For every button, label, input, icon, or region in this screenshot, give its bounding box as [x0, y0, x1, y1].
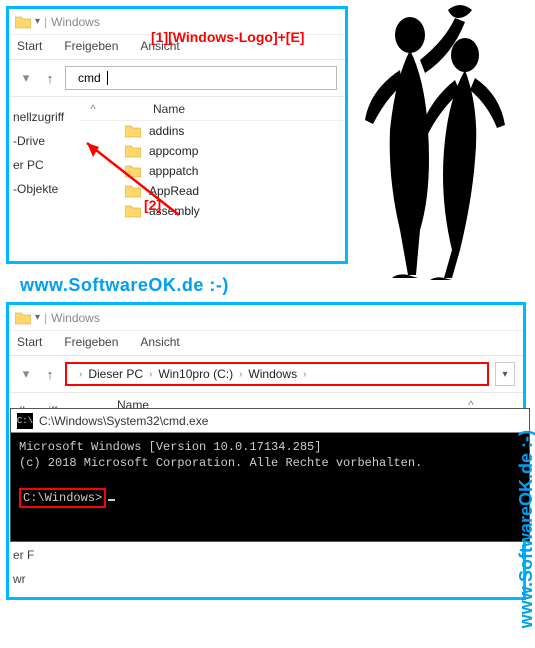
chevron-right-icon[interactable]: › — [79, 369, 82, 380]
cmd-prompt-line: C:\Windows> — [19, 488, 521, 508]
list-item[interactable]: apppatch — [81, 161, 345, 181]
cmd-prompt: C:\Windows> — [19, 488, 106, 508]
folder-icon — [15, 15, 31, 29]
folder-icon — [125, 144, 141, 158]
cmd-title-text: C:\Windows\System32\cmd.exe — [39, 414, 208, 428]
file-name: AppRead — [149, 184, 199, 198]
sidebar-item[interactable]: wr — [13, 567, 65, 591]
list-item[interactable]: appcomp — [81, 141, 345, 161]
window-title: Windows — [51, 15, 100, 29]
list-header[interactable]: ^ Name — [81, 97, 345, 121]
file-name: apppatch — [149, 164, 198, 178]
watermark-horizontal: www.SoftwareOK.de :-) — [20, 275, 229, 296]
menu-view[interactable]: Ansicht — [140, 335, 179, 349]
cmd-window: C:\ C:\Windows\System32\cmd.exe Microsof… — [10, 408, 530, 542]
cmd-blank-line — [19, 471, 521, 487]
folder-icon — [15, 311, 31, 325]
list-item[interactable]: assembly — [81, 201, 345, 221]
annotation-step2: [2] — [144, 197, 161, 213]
sidebar-item[interactable]: er PC — [13, 153, 77, 177]
history-dropdown-icon[interactable]: ▾ — [17, 69, 35, 87]
list-item[interactable]: AppRead — [81, 181, 345, 201]
text-cursor — [107, 71, 108, 85]
breadcrumb[interactable]: › Dieser PC › Win10pro (C:) › Windows › — [65, 362, 489, 386]
cmd-terminal[interactable]: Microsoft Windows [Version 10.0.17134.28… — [11, 433, 529, 541]
cmd-output-line: (c) 2018 Microsoft Corporation. Alle Rec… — [19, 455, 521, 471]
sidebar-item[interactable]: -Objekte — [13, 177, 77, 201]
cmd-titlebar[interactable]: C:\ C:\Windows\System32\cmd.exe — [11, 409, 529, 433]
sidebar-item[interactable]: nellzugriff — [13, 105, 77, 129]
nav-pane[interactable]: nellzugriff -Drive er PC -Objekte — [9, 97, 81, 259]
menu-share[interactable]: Freigeben — [64, 335, 118, 349]
crumb[interactable]: Win10pro (C:) — [158, 367, 233, 381]
crumb[interactable]: Windows — [248, 367, 297, 381]
chevron-right-icon[interactable]: › — [303, 369, 306, 380]
clipart-silhouette — [340, 0, 515, 280]
sidebar-item[interactable]: -Drive — [13, 129, 77, 153]
address-text: cmd — [78, 71, 101, 85]
watermark-vertical: www.SoftwareOK.de :-) — [516, 430, 535, 628]
nav-up-icon[interactable]: ↑ — [41, 69, 59, 87]
address-bar: ▾ ↑ cmd — [9, 60, 345, 97]
address-bar: ▾ ↑ › Dieser PC › Win10pro (C:) › Window… — [9, 356, 523, 393]
cmd-output-line: Microsoft Windows [Version 10.0.17134.28… — [19, 439, 521, 455]
folder-icon — [125, 184, 141, 198]
file-name: addins — [149, 124, 184, 138]
file-name: appcomp — [149, 144, 198, 158]
annotation-step1: [1][Windows-Logo]+[E] — [151, 29, 304, 45]
sort-chevron-icon[interactable]: ^ — [81, 102, 105, 116]
history-dropdown-icon[interactable]: ▾ — [17, 365, 35, 383]
chevron-right-icon[interactable]: › — [239, 369, 242, 380]
separator: | — [44, 311, 47, 325]
column-name[interactable]: Name — [105, 102, 185, 116]
ribbon-menu: Start Freigeben Ansicht — [9, 331, 523, 356]
folder-icon — [125, 164, 141, 178]
explorer-window-1: ▾ | Windows Start Freigeben Ansicht ▾ ↑ … — [6, 6, 348, 264]
file-list[interactable]: ^ Name addins appcomp apppatch AppRead — [81, 97, 345, 259]
menu-file[interactable]: Start — [17, 335, 42, 349]
folder-icon — [125, 124, 141, 138]
address-history-dropdown[interactable]: ▾ — [495, 362, 515, 386]
address-input[interactable]: cmd — [65, 66, 337, 90]
chevron-right-icon[interactable]: › — [149, 369, 152, 380]
separator: | — [44, 15, 47, 29]
menu-file[interactable]: Start — [17, 39, 42, 53]
chevron-down-icon[interactable]: ▾ — [35, 16, 40, 27]
sidebar-item[interactable]: er F — [13, 543, 65, 567]
cmd-cursor — [108, 499, 115, 501]
window-title: Windows — [51, 311, 100, 325]
list-item[interactable]: addins — [81, 121, 345, 141]
crumb[interactable]: Dieser PC — [88, 367, 143, 381]
chevron-down-icon[interactable]: ▾ — [35, 312, 40, 323]
cmd-icon: C:\ — [17, 413, 33, 429]
menu-share[interactable]: Freigeben — [64, 39, 118, 53]
titlebar[interactable]: ▾ | Windows — [9, 305, 523, 331]
nav-up-icon[interactable]: ↑ — [41, 365, 59, 383]
folder-icon — [125, 204, 141, 218]
